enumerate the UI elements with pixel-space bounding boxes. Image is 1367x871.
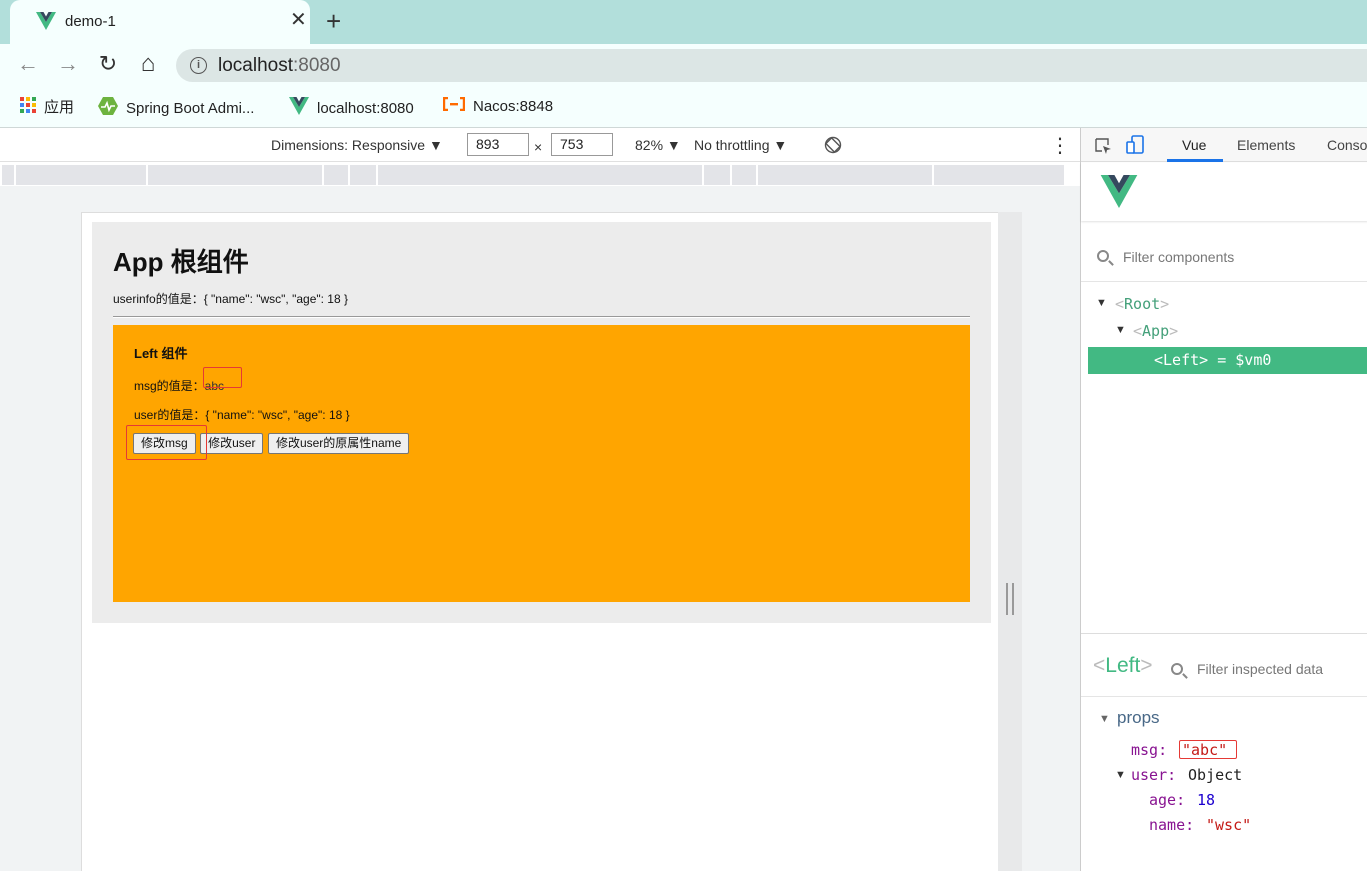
prop-age-key: age:	[1149, 791, 1186, 809]
userinfo-text: userinfo的值是：{ "name": "wsc", "age": 18 }	[113, 292, 348, 306]
prop-msg-highlight-box	[1179, 740, 1237, 759]
prop-user-type: Object	[1188, 766, 1243, 784]
home-icon[interactable]: ⌂	[136, 52, 160, 77]
divider	[113, 316, 970, 318]
resize-handle[interactable]	[1006, 583, 1014, 615]
height-input[interactable]: 753	[551, 133, 613, 156]
search-icon	[1097, 250, 1109, 262]
spring-boot-icon	[98, 97, 118, 121]
filter-inspected-input[interactable]: Filter inspected data	[1197, 661, 1323, 677]
expand-props-icon[interactable]: ▼	[1099, 713, 1110, 725]
bookmark-spring-boot[interactable]: Spring Boot Admi...	[98, 97, 254, 117]
filter-components-input[interactable]: Filter components	[1123, 249, 1234, 265]
inspect-element-icon[interactable]	[1094, 137, 1112, 160]
emulated-page: App 根组件 userinfo的值是：{ "name": "wsc", "ag…	[81, 212, 998, 871]
apps-grid-icon	[20, 97, 36, 119]
expand-root-icon[interactable]: ▼	[1096, 297, 1107, 309]
msg-highlight-box	[203, 367, 242, 388]
prop-user-key: user:	[1131, 766, 1177, 784]
browser-tab[interactable]: demo-1 ✕	[10, 0, 310, 44]
prop-msg-key: msg:	[1131, 741, 1168, 759]
tab-elements[interactable]: Elements	[1237, 137, 1295, 153]
throttling-dropdown[interactable]: No throttling ▼	[694, 137, 787, 153]
url-text[interactable]: localhost:8080	[218, 55, 341, 77]
tree-node-root[interactable]: <Root>	[1115, 295, 1169, 313]
vue-devtools-header	[1081, 163, 1367, 221]
tree-node-app[interactable]: <App>	[1133, 322, 1178, 340]
bookmark-nacos[interactable]: Nacos:8848	[442, 96, 553, 117]
tab-strip: demo-1 ✕ +	[0, 0, 1367, 44]
filter-components[interactable]: Filter components	[1081, 232, 1367, 282]
search-icon	[1171, 663, 1183, 675]
zoom-dropdown[interactable]: 82% ▼	[635, 137, 681, 153]
update-user-button[interactable]: 修改user	[200, 433, 264, 454]
devtools-tabbar: Vue Elements Conso	[1081, 128, 1367, 162]
active-tab-indicator	[1167, 159, 1223, 162]
width-input[interactable]: 893	[467, 133, 529, 156]
address-bar[interactable]: i localhost:8080	[176, 49, 1367, 82]
tree-node-left-selected[interactable]: <Left> = $vm0	[1088, 347, 1367, 374]
site-info-icon[interactable]: i	[190, 57, 207, 74]
rotate-icon[interactable]	[824, 136, 842, 159]
new-tab-button[interactable]: +	[326, 6, 341, 36]
bookmark-apps[interactable]: 应用	[20, 97, 74, 117]
close-tab-icon[interactable]: ✕	[290, 10, 307, 30]
device-toolbar: Dimensions: Responsive ▼ 893 × 753 82% ▼…	[0, 128, 1080, 162]
device-toggle-icon[interactable]	[1126, 135, 1146, 160]
left-component: Left 组件 msg的值是：abc user的值是：{ "name": "ws…	[113, 325, 970, 602]
prop-name-key: name:	[1149, 816, 1195, 834]
media-query-ruler[interactable]	[2, 165, 1064, 185]
user-line: user的值是：{ "name": "wsc", "age": 18 }	[134, 408, 350, 422]
tab-title: demo-1	[65, 13, 116, 30]
props-heading[interactable]: props	[1117, 708, 1160, 728]
update-user-name-button[interactable]: 修改user的原属性name	[267, 433, 410, 454]
left-component-title: Left 组件	[134, 346, 188, 361]
vue-logo-icon	[36, 12, 56, 35]
browser-toolbar: ← → ↻ ⌂ i localhost:8080	[0, 44, 1367, 86]
inspector-header: <Left> Filter inspected data	[1081, 633, 1367, 697]
forward-icon[interactable]: →	[56, 53, 80, 77]
page-scrollbar[interactable]	[998, 212, 1022, 871]
times-sign: ×	[534, 139, 543, 155]
dimensions-dropdown[interactable]: Dimensions: Responsive ▼	[271, 137, 443, 153]
devtools-panel: Vue Elements Conso Filter components ▼ <…	[1080, 128, 1367, 871]
bookmarks-bar: 应用 Spring Boot Admi... localhost:8080 Na…	[0, 86, 1367, 128]
expand-app-icon[interactable]: ▼	[1115, 324, 1126, 336]
tab-vue[interactable]: Vue	[1182, 137, 1206, 153]
more-options-icon[interactable]: ⋮	[1050, 133, 1070, 158]
expand-user-icon[interactable]: ▼	[1115, 769, 1126, 781]
prop-age-value[interactable]: 18	[1197, 791, 1215, 809]
reload-icon[interactable]: ↻	[96, 53, 120, 77]
vue-logo-icon	[289, 97, 309, 121]
nacos-icon	[442, 96, 466, 117]
prop-name-value[interactable]: "wsc"	[1206, 816, 1251, 834]
msg-label: msg的值是：	[134, 379, 205, 393]
vue-logo-icon	[1100, 175, 1138, 213]
button-highlight-box	[126, 425, 207, 460]
page-title: App 根组件	[113, 247, 249, 277]
app-root-component: App 根组件 userinfo的值是：{ "name": "wsc", "ag…	[92, 222, 991, 623]
back-icon[interactable]: ←	[16, 53, 40, 77]
tab-console[interactable]: Conso	[1327, 137, 1367, 153]
bookmark-localhost[interactable]: localhost:8080	[289, 97, 414, 117]
inspected-component-name: <Left>	[1093, 654, 1153, 677]
